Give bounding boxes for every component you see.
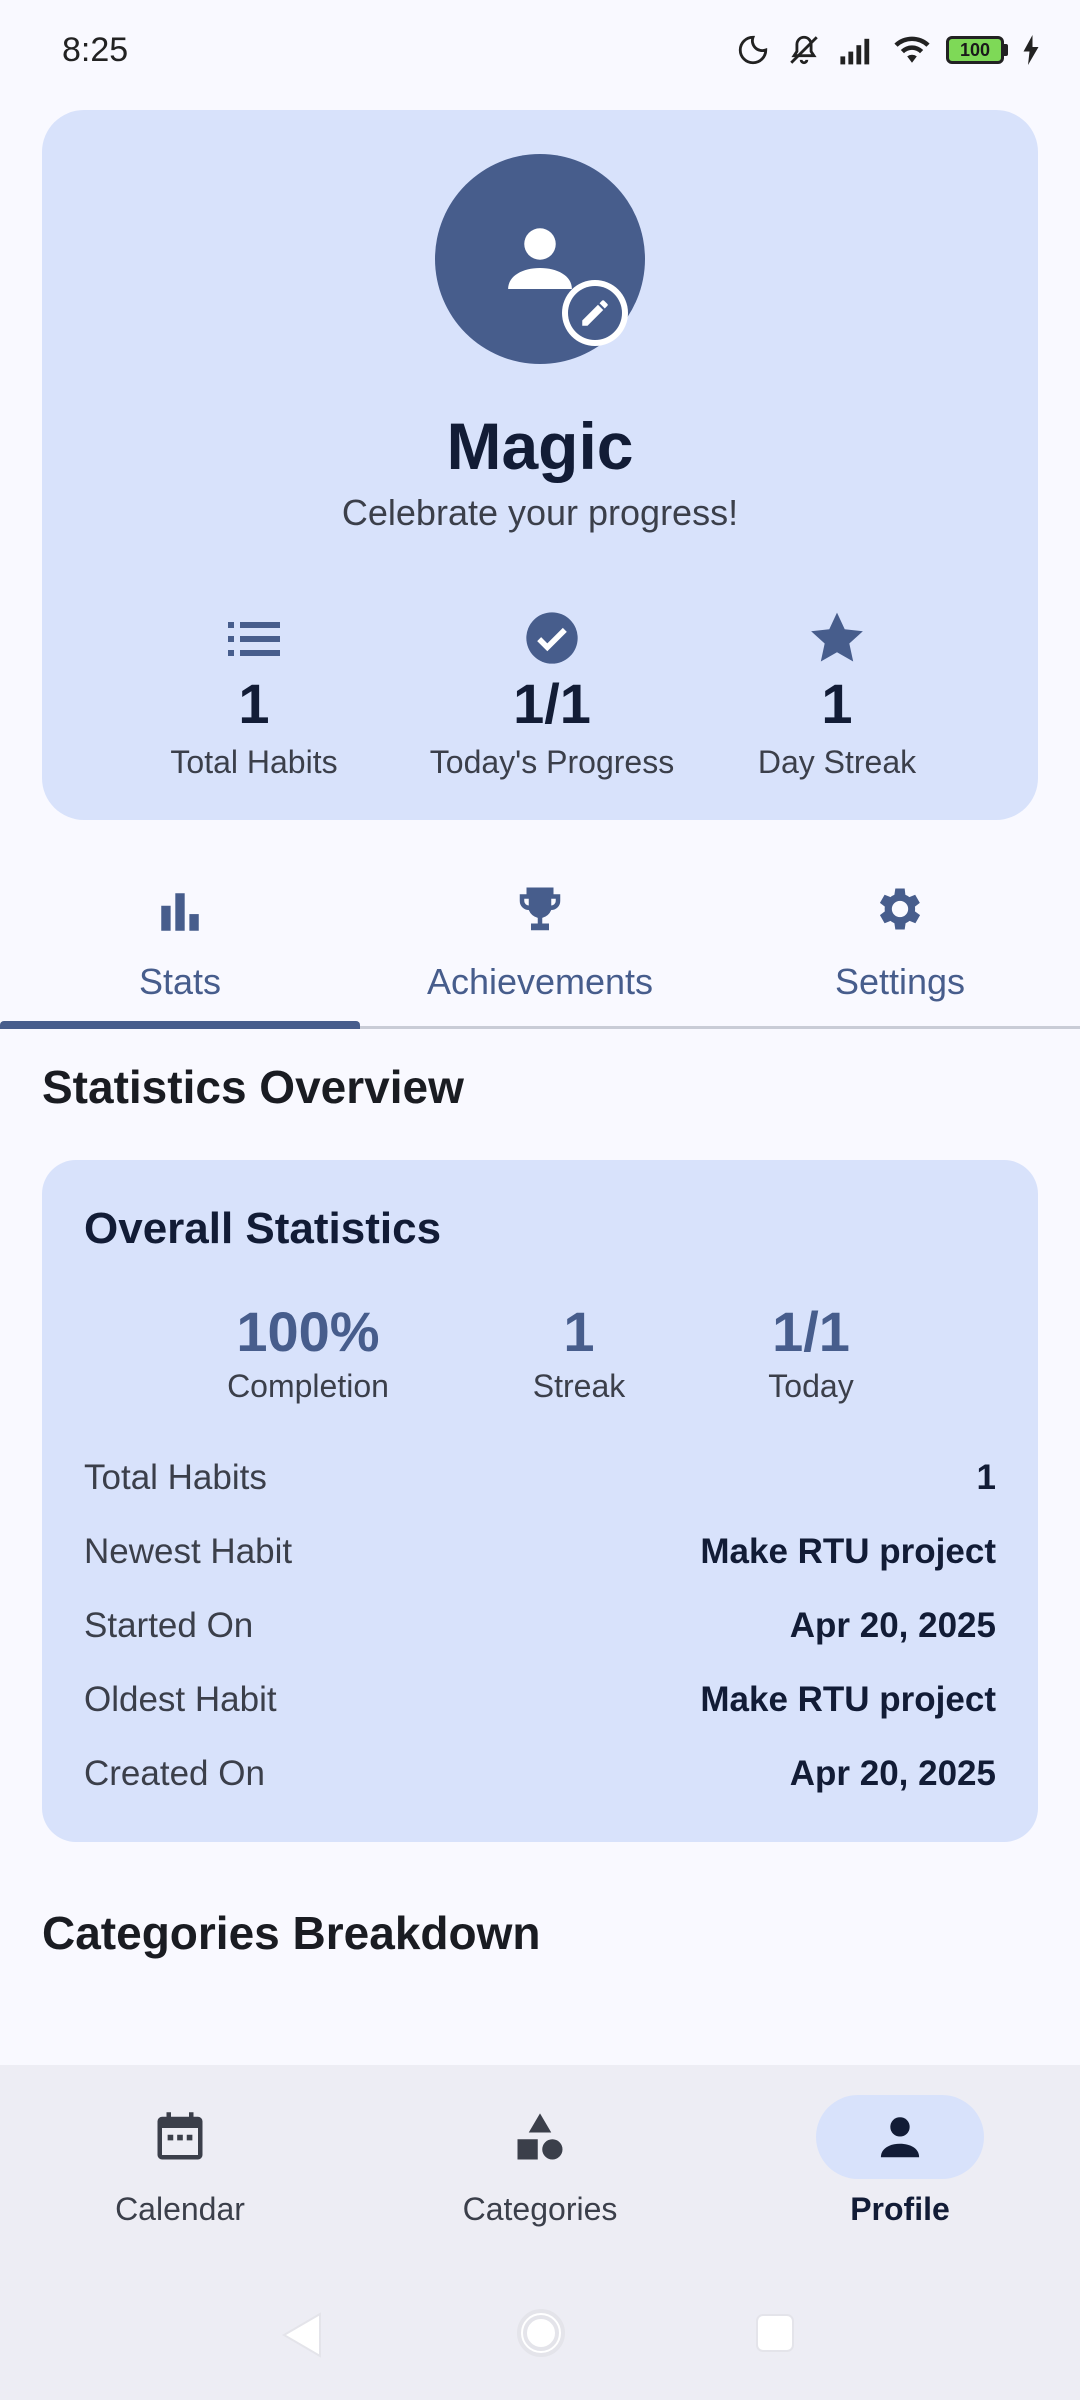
profile-subtitle: Celebrate your progress! — [341, 492, 739, 533]
status-icons: 100 — [736, 33, 1040, 67]
summary-value: 1 — [563, 1300, 595, 1363]
detail-row-total-habits: Total Habits 1 — [84, 1456, 996, 1500]
stat-value: 1 — [821, 672, 853, 735]
person-icon — [880, 2117, 920, 2158]
summary-value: 1/1 — [772, 1300, 850, 1363]
stat-day-streak: 1 Day Streak — [687, 608, 987, 781]
detail-row-newest-habit: Newest Habit Make RTU project — [84, 1530, 996, 1574]
tab-achievements[interactable]: Achievements — [360, 845, 720, 1028]
gear-icon — [879, 888, 921, 930]
stat-today-progress: 1/1 Today's Progress — [402, 608, 702, 781]
profile-card: Magic Celebrate your progress! 1 Total H… — [42, 110, 1038, 820]
detail-key: Newest Habit — [84, 1532, 293, 1571]
tab-indicator — [0, 1021, 360, 1029]
calendar-icon — [157, 2112, 203, 2160]
stat-value: 1 — [238, 672, 270, 735]
detail-row-created-on: Created On Apr 20, 2025 — [84, 1752, 996, 1796]
tab-stats[interactable]: Stats — [0, 845, 360, 1028]
profile-tabs: Stats Achievements Settings — [0, 845, 1080, 1030]
detail-row-oldest-habit: Oldest Habit Make RTU project — [84, 1678, 996, 1722]
list-icon — [228, 622, 280, 656]
status-bar: 8:25 100 — [0, 0, 1080, 100]
nav-label: Profile — [850, 2191, 950, 2227]
charging-icon — [1023, 35, 1039, 65]
summary-completion: 100% Completion — [178, 1300, 438, 1405]
nav-profile[interactable]: Profile — [720, 2095, 1080, 2228]
wifi-icon — [894, 36, 930, 63]
overall-statistics-card: Overall Statistics 100% Completion 1 Str… — [42, 1160, 1038, 1842]
detail-value: Apr 20, 2025 — [789, 1606, 996, 1645]
tab-label: Settings — [834, 961, 966, 1002]
detail-row-started-on: Started On Apr 20, 2025 — [84, 1604, 996, 1648]
shapes-icon — [517, 2113, 563, 2160]
stat-total-habits: 1 Total Habits — [104, 608, 404, 781]
home-icon[interactable] — [515, 2307, 567, 2359]
stat-label: Total Habits — [170, 744, 338, 780]
stat-value: 1/1 — [513, 672, 591, 735]
summary-today: 1/1 Today — [681, 1300, 941, 1405]
star-icon — [811, 612, 863, 662]
battery-icon: 100 — [946, 36, 1008, 64]
nav-calendar[interactable]: Calendar — [0, 2095, 360, 2228]
section-title-categories: Categories Breakdown — [42, 1907, 541, 1959]
status-time: 8:25 — [62, 30, 129, 69]
signal-icon — [840, 38, 870, 65]
recents-icon[interactable] — [755, 2313, 795, 2353]
bar-chart-icon — [161, 893, 199, 931]
summary-label: Streak — [532, 1368, 626, 1404]
nav-categories[interactable]: Categories — [360, 2095, 720, 2228]
mute-icon — [790, 35, 818, 65]
back-icon[interactable] — [280, 2310, 324, 2360]
moon-icon — [738, 35, 768, 65]
detail-value: 1 — [976, 1458, 996, 1497]
card-title: Overall Statistics — [84, 1204, 442, 1253]
system-nav — [0, 2290, 1080, 2380]
trophy-icon — [519, 887, 561, 931]
check-circle-icon — [526, 612, 578, 664]
tab-label: Achievements — [426, 961, 654, 1002]
detail-key: Total Habits — [84, 1458, 267, 1497]
detail-value: Make RTU project — [700, 1680, 996, 1719]
summary-value: 100% — [236, 1300, 380, 1363]
summary-label: Today — [768, 1368, 854, 1404]
stat-label: Day Streak — [757, 744, 917, 780]
tab-settings[interactable]: Settings — [720, 845, 1080, 1028]
detail-key: Oldest Habit — [84, 1680, 277, 1719]
battery-level: 100 — [946, 36, 1004, 64]
detail-value: Apr 20, 2025 — [789, 1754, 996, 1793]
tab-label: Stats — [138, 961, 222, 1002]
nav-label: Categories — [462, 2191, 618, 2227]
detail-key: Created On — [84, 1754, 265, 1793]
summary-label: Completion — [227, 1368, 389, 1404]
detail-value: Make RTU project — [700, 1532, 996, 1571]
profile-name: Magic — [446, 409, 634, 483]
section-title-statistics: Statistics Overview — [42, 1061, 464, 1113]
detail-key: Started On — [84, 1606, 254, 1645]
nav-label: Calendar — [115, 2191, 245, 2227]
edit-avatar-button[interactable] — [562, 280, 628, 346]
stat-label: Today's Progress — [429, 744, 675, 780]
pencil-icon — [582, 300, 608, 326]
summary-streak: 1 Streak — [449, 1300, 709, 1405]
